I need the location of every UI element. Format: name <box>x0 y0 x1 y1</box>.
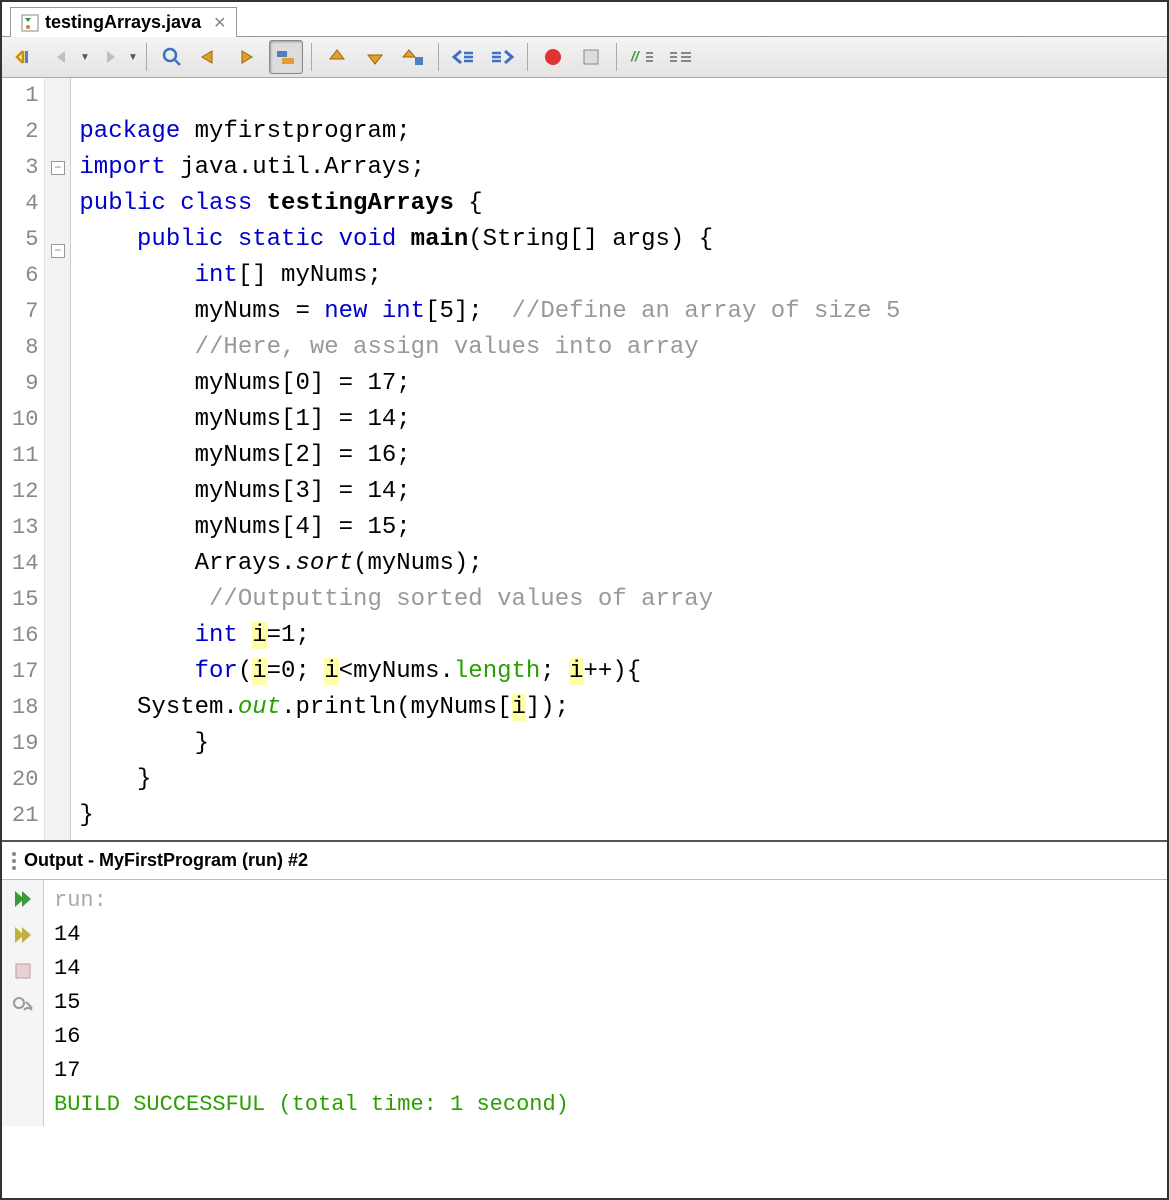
output-title: Output - MyFirstProgram (run) #2 <box>24 850 308 871</box>
line-number: 14 <box>12 546 38 582</box>
output-text[interactable]: run:1414151617BUILD SUCCESSFUL (total ti… <box>44 880 579 1126</box>
code-line[interactable]: myNums[0] = 17; <box>79 366 900 402</box>
editor-toolbar: ▼ ▼ // <box>2 37 1167 78</box>
code-line[interactable]: myNums[2] = 16; <box>79 438 900 474</box>
code-line[interactable]: //Here, we assign values into array <box>79 330 900 366</box>
code-line[interactable]: } <box>79 798 900 834</box>
stop-button[interactable] <box>8 956 38 986</box>
code-line[interactable]: int i=1; <box>79 618 900 654</box>
forward-button[interactable] <box>94 40 128 74</box>
output-panel: run:1414151617BUILD SUCCESSFUL (total ti… <box>2 880 1167 1126</box>
line-number-gutter: 123456789101112131415161718192021 <box>2 78 45 840</box>
settings-button[interactable] <box>8 992 38 1022</box>
toggle-bookmark-button[interactable] <box>396 40 430 74</box>
output-line: run: <box>54 884 569 918</box>
output-line: 15 <box>54 986 569 1020</box>
line-number: 20 <box>12 762 38 798</box>
line-number: 11 <box>12 438 38 474</box>
code-line[interactable]: myNums[1] = 14; <box>79 402 900 438</box>
line-number: 21 <box>12 798 38 834</box>
drag-handle-icon[interactable] <box>12 852 16 870</box>
code-line[interactable]: myNums = new int[5]; //Define an array o… <box>79 294 900 330</box>
line-number: 9 <box>12 366 38 402</box>
close-tab-icon[interactable]: ✕ <box>213 13 226 33</box>
fold-toggle[interactable]: − <box>51 161 65 175</box>
code-line[interactable]: package myfirstprogram; <box>79 114 900 150</box>
code-line[interactable]: Arrays.sort(myNums); <box>79 546 900 582</box>
output-line: 14 <box>54 952 569 986</box>
java-file-icon <box>21 14 39 32</box>
file-tab-label: testingArrays.java <box>45 12 201 33</box>
code-line[interactable]: int[] myNums; <box>79 258 900 294</box>
rerun-alt-button[interactable] <box>8 920 38 950</box>
macro-stop-button[interactable] <box>574 40 608 74</box>
dropdown-icon[interactable]: ▼ <box>128 52 138 63</box>
code-line[interactable]: //Outputting sorted values of array <box>79 582 900 618</box>
macro-record-button[interactable] <box>536 40 570 74</box>
file-tab[interactable]: testingArrays.java ✕ <box>10 7 237 37</box>
comment-button[interactable]: // <box>625 40 659 74</box>
line-number: 2 <box>12 114 38 150</box>
code-line[interactable]: } <box>79 762 900 798</box>
code-line[interactable] <box>79 78 900 114</box>
fold-gutter: −− <box>45 78 71 840</box>
line-number: 3 <box>12 150 38 186</box>
code-line[interactable]: public static void main(String[] args) { <box>79 222 900 258</box>
find-button[interactable] <box>155 40 189 74</box>
output-line: 16 <box>54 1020 569 1054</box>
shift-left-button[interactable] <box>447 40 481 74</box>
code-line[interactable]: for(i=0; i<myNums.length; i++){ <box>79 654 900 690</box>
code-line[interactable]: } <box>79 726 900 762</box>
output-line: 14 <box>54 918 569 952</box>
code-line[interactable]: public class testingArrays { <box>79 186 900 222</box>
editor-tab-bar: testingArrays.java ✕ <box>2 2 1167 37</box>
output-line: 17 <box>54 1054 569 1088</box>
line-number: 1 <box>12 78 38 114</box>
line-number: 12 <box>12 474 38 510</box>
rerun-button[interactable] <box>8 884 38 914</box>
code-line[interactable]: myNums[3] = 14; <box>79 474 900 510</box>
find-prev-button[interactable] <box>193 40 227 74</box>
dropdown-icon[interactable]: ▼ <box>80 52 90 63</box>
uncomment-button[interactable] <box>663 40 697 74</box>
last-edit-button[interactable] <box>8 40 42 74</box>
code-line[interactable]: System.out.println(myNums[i]); <box>79 690 900 726</box>
code-editor[interactable]: 123456789101112131415161718192021 −− pac… <box>2 78 1167 842</box>
line-number: 15 <box>12 582 38 618</box>
prev-bookmark-button[interactable] <box>320 40 354 74</box>
output-toolbar <box>2 880 44 1126</box>
fold-toggle[interactable]: − <box>51 244 65 258</box>
output-line: BUILD SUCCESSFUL (total time: 1 second) <box>54 1088 569 1122</box>
code-area[interactable]: package myfirstprogram;import java.util.… <box>71 78 900 840</box>
back-button[interactable] <box>46 40 80 74</box>
svg-text://: // <box>630 48 641 64</box>
highlight-toggle-button[interactable] <box>269 40 303 74</box>
code-line[interactable]: import java.util.Arrays; <box>79 150 900 186</box>
line-number: 13 <box>12 510 38 546</box>
line-number: 4 <box>12 186 38 222</box>
line-number: 19 <box>12 726 38 762</box>
line-number: 10 <box>12 402 38 438</box>
code-line[interactable]: myNums[4] = 15; <box>79 510 900 546</box>
line-number: 7 <box>12 294 38 330</box>
line-number: 6 <box>12 258 38 294</box>
output-panel-title-bar: Output - MyFirstProgram (run) #2 <box>2 842 1167 880</box>
line-number: 17 <box>12 654 38 690</box>
line-number: 8 <box>12 330 38 366</box>
shift-right-button[interactable] <box>485 40 519 74</box>
line-number: 5 <box>12 222 38 258</box>
line-number: 18 <box>12 690 38 726</box>
line-number: 16 <box>12 618 38 654</box>
next-bookmark-button[interactable] <box>358 40 392 74</box>
find-next-button[interactable] <box>231 40 265 74</box>
